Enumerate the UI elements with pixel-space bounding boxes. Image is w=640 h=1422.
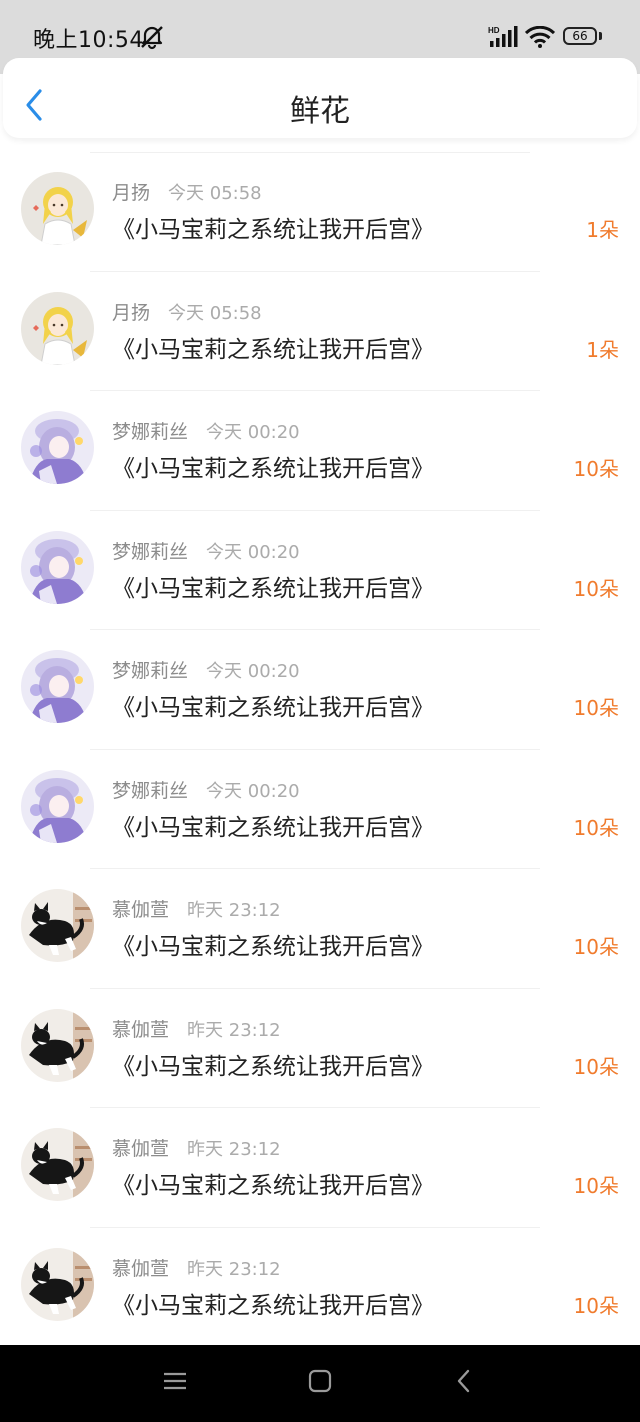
flower-list: 月扬 今天 05:58 《小马宝莉之系统让我开后宫》 1朵 月扬 今天 05:58 《小马宝… (0, 152, 640, 1347)
avatar[interactable] (21, 1128, 94, 1201)
menu-icon[interactable] (163, 1369, 187, 1397)
blonde-girl-avatar (21, 291, 94, 365)
list-item[interactable]: 梦娜莉丝 今天 00:20 《小马宝莉之系统让我开后宫》 10朵 (0, 391, 640, 511)
purple-anime-girl-avatar (21, 650, 94, 723)
user-name-text[interactable]: 慕伽萱 (112, 1019, 169, 1041)
avatar[interactable] (21, 1008, 94, 1082)
avatar[interactable] (21, 172, 94, 245)
flower-count: 10朵 (573, 815, 619, 840)
user-name[interactable]: 梦娜莉丝 今天 00:20 (112, 537, 300, 564)
list-item[interactable]: 慕伽萱 昨天 23:12 《小马宝莉之系统让我开后宫》 10朵 (0, 1228, 640, 1348)
user-name-text[interactable]: 月扬 (112, 302, 150, 324)
timestamp: 昨天 23:12 (187, 900, 281, 921)
avatar[interactable] (21, 291, 94, 365)
blonde-girl-avatar (21, 172, 94, 245)
timestamp: 昨天 23:12 (187, 1258, 281, 1280)
user-name-text[interactable]: 梦娜莉丝 (112, 660, 188, 682)
flower-count: 10朵 (573, 935, 619, 959)
user-name[interactable]: 梦娜莉丝 今天 00:20 (112, 417, 300, 444)
back-icon[interactable] (455, 1369, 473, 1397)
list-item[interactable]: 梦娜莉丝 今天 00:20 《小马宝莉之系统让我开后宫》 10朵 (0, 750, 640, 869)
user-name[interactable]: 月扬 今天 05:58 (112, 298, 262, 325)
list-item[interactable]: 慕伽萱 昨天 23:12 《小马宝莉之系统让我开后宫》 10朵 (0, 1108, 640, 1228)
book-title[interactable]: 《小马宝莉之系统让我开后宫》 (112, 688, 434, 722)
user-name[interactable]: 慕伽萱 昨天 23:12 (112, 895, 281, 922)
book-title[interactable]: 《小马宝莉之系统让我开后宫》 (112, 808, 434, 842)
user-name-text[interactable]: 梦娜莉丝 (112, 780, 188, 802)
avatar[interactable] (21, 1247, 94, 1321)
black-white-cat-avatar (21, 1247, 94, 1321)
battery-icon: 66 (563, 27, 597, 45)
user-name[interactable]: 慕伽萱 昨天 23:12 (112, 1015, 281, 1042)
hd-signal-icon: HD (488, 26, 520, 52)
mute-icon (138, 24, 166, 54)
list-item[interactable]: 慕伽萱 昨天 23:12 《小马宝莉之系统让我开后宫》 10朵 (0, 989, 640, 1108)
list-item[interactable]: 梦娜莉丝 今天 00:20 《小马宝莉之系统让我开后宫》 10朵 (0, 630, 640, 750)
user-name-text[interactable]: 梦娜莉丝 (112, 541, 188, 563)
timestamp: 今天 00:20 (206, 541, 300, 563)
status-time: 晚上10:54 (33, 28, 144, 53)
system-nav-bar (0, 1345, 640, 1422)
timestamp: 今天 00:20 (206, 780, 300, 802)
black-white-cat-avatar (21, 1128, 94, 1201)
user-name[interactable]: 梦娜莉丝 今天 00:20 (112, 776, 300, 803)
avatar[interactable] (21, 411, 94, 484)
timestamp: 今天 05:58 (168, 183, 262, 204)
avatar[interactable] (21, 530, 94, 604)
list-item[interactable]: 慕伽萱 昨天 23:12 《小马宝莉之系统让我开后宫》 10朵 (0, 869, 640, 989)
flower-count: 10朵 (573, 696, 619, 720)
book-title[interactable]: 《小马宝莉之系统让我开后宫》 (112, 210, 434, 244)
flower-count: 10朵 (573, 1174, 619, 1198)
flower-count: 1朵 (586, 218, 619, 242)
avatar[interactable] (21, 650, 94, 723)
list-item[interactable]: 月扬 今天 05:58 《小马宝莉之系统让我开后宫》 1朵 (0, 272, 640, 391)
user-name[interactable]: 梦娜莉丝 今天 00:20 (112, 656, 300, 683)
book-title[interactable]: 《小马宝莉之系统让我开后宫》 (112, 1166, 434, 1200)
avatar[interactable] (21, 769, 94, 843)
purple-anime-girl-avatar (21, 530, 94, 604)
user-name-text[interactable]: 月扬 (112, 182, 150, 204)
avatar[interactable] (21, 889, 94, 962)
flower-count: 1朵 (586, 337, 619, 362)
user-name[interactable]: 慕伽萱 昨天 23:12 (112, 1254, 281, 1281)
flower-count: 10朵 (573, 1293, 619, 1318)
user-name-text[interactable]: 慕伽萱 (112, 1138, 169, 1160)
timestamp: 昨天 23:12 (187, 1019, 281, 1041)
user-name-text[interactable]: 慕伽萱 (112, 899, 169, 921)
book-title[interactable]: 《小马宝莉之系统让我开后宫》 (112, 927, 434, 961)
timestamp: 昨天 23:12 (187, 1139, 281, 1160)
black-white-cat-avatar (21, 889, 94, 962)
purple-anime-girl-avatar (21, 411, 94, 484)
timestamp: 今天 00:20 (206, 422, 300, 443)
book-title[interactable]: 《小马宝莉之系统让我开后宫》 (112, 569, 434, 603)
page-title: 鲜花 (290, 94, 350, 129)
user-name-text[interactable]: 梦娜莉丝 (112, 421, 188, 443)
book-title[interactable]: 《小马宝莉之系统让我开后宫》 (112, 1286, 434, 1320)
list-item[interactable]: 月扬 今天 05:58 《小马宝莉之系统让我开后宫》 1朵 (0, 152, 640, 272)
timestamp: 今天 00:20 (206, 661, 300, 682)
list-item[interactable]: 梦娜莉丝 今天 00:20 《小马宝莉之系统让我开后宫》 10朵 (0, 511, 640, 630)
user-name[interactable]: 月扬 今天 05:58 (112, 178, 262, 205)
home-icon[interactable] (308, 1369, 332, 1397)
user-name[interactable]: 慕伽萱 昨天 23:12 (112, 1134, 281, 1161)
user-name-text[interactable]: 慕伽萱 (112, 1258, 169, 1280)
battery-level: 66 (572, 29, 588, 43)
svg-text:HD: HD (488, 26, 500, 35)
flower-count: 10朵 (573, 576, 619, 601)
book-title[interactable]: 《小马宝莉之系统让我开后宫》 (112, 1047, 434, 1081)
nav-header: 鲜花 (3, 58, 637, 138)
black-white-cat-avatar (21, 1008, 94, 1082)
timestamp: 今天 05:58 (168, 302, 262, 324)
purple-anime-girl-avatar (21, 769, 94, 843)
battery-cap (599, 32, 602, 40)
book-title[interactable]: 《小马宝莉之系统让我开后宫》 (112, 330, 434, 364)
wifi-icon (524, 25, 556, 52)
book-title[interactable]: 《小马宝莉之系统让我开后宫》 (112, 449, 434, 483)
flower-count: 10朵 (573, 1054, 619, 1079)
flower-count: 10朵 (573, 457, 619, 481)
